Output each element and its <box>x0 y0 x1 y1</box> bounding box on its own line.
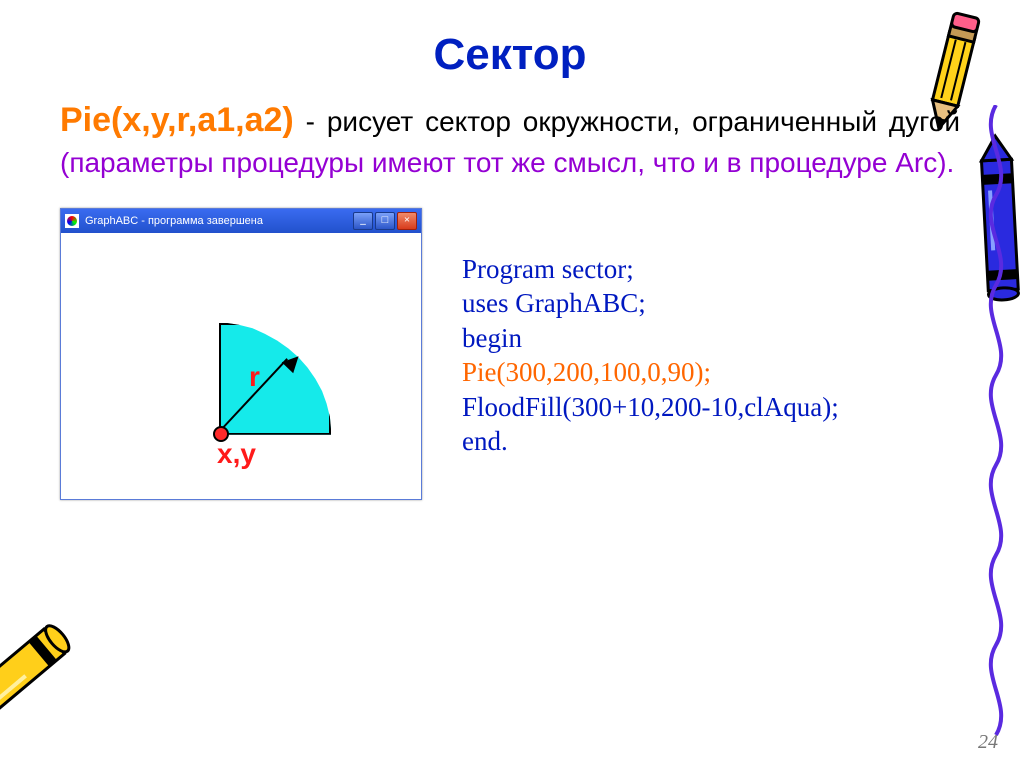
description: Pie(x,y,r,a1,a2) - рисует сектор окружно… <box>60 98 960 182</box>
page-number: 24 <box>978 731 998 754</box>
code-block: Program sector; uses GraphABC; begin Pie… <box>462 252 839 459</box>
code-line-highlight: Pie(300,200,100,0,90); <box>462 355 839 390</box>
window-titlebar: GraphABC - программа завершена _ □ × <box>61 209 421 233</box>
code-line: end. <box>462 424 839 459</box>
close-button[interactable]: × <box>397 212 417 230</box>
code-line: FloodFill(300+10,200-10,clAqua); <box>462 390 839 425</box>
function-signature: Pie(x,y,r,a1,a2) <box>60 101 294 139</box>
pie-sector-shape <box>219 323 331 435</box>
window-canvas: r x,y <box>61 233 421 499</box>
code-line: begin <box>462 321 839 356</box>
label-r: r <box>249 361 260 393</box>
minimize-button[interactable]: _ <box>353 212 373 230</box>
app-icon <box>65 214 79 228</box>
window-title-text: GraphABC - программа завершена <box>85 215 263 227</box>
maximize-button[interactable]: □ <box>375 212 395 230</box>
label-xy: x,y <box>217 438 256 470</box>
crayon-yellow-decoration <box>0 593 103 774</box>
graphabc-window: GraphABC - программа завершена _ □ × r x… <box>60 208 422 500</box>
code-line: uses GraphABC; <box>462 286 839 321</box>
squiggle-decoration <box>976 105 1016 745</box>
slide-title: Сектор <box>60 30 960 80</box>
code-line: Program sector; <box>462 252 839 287</box>
